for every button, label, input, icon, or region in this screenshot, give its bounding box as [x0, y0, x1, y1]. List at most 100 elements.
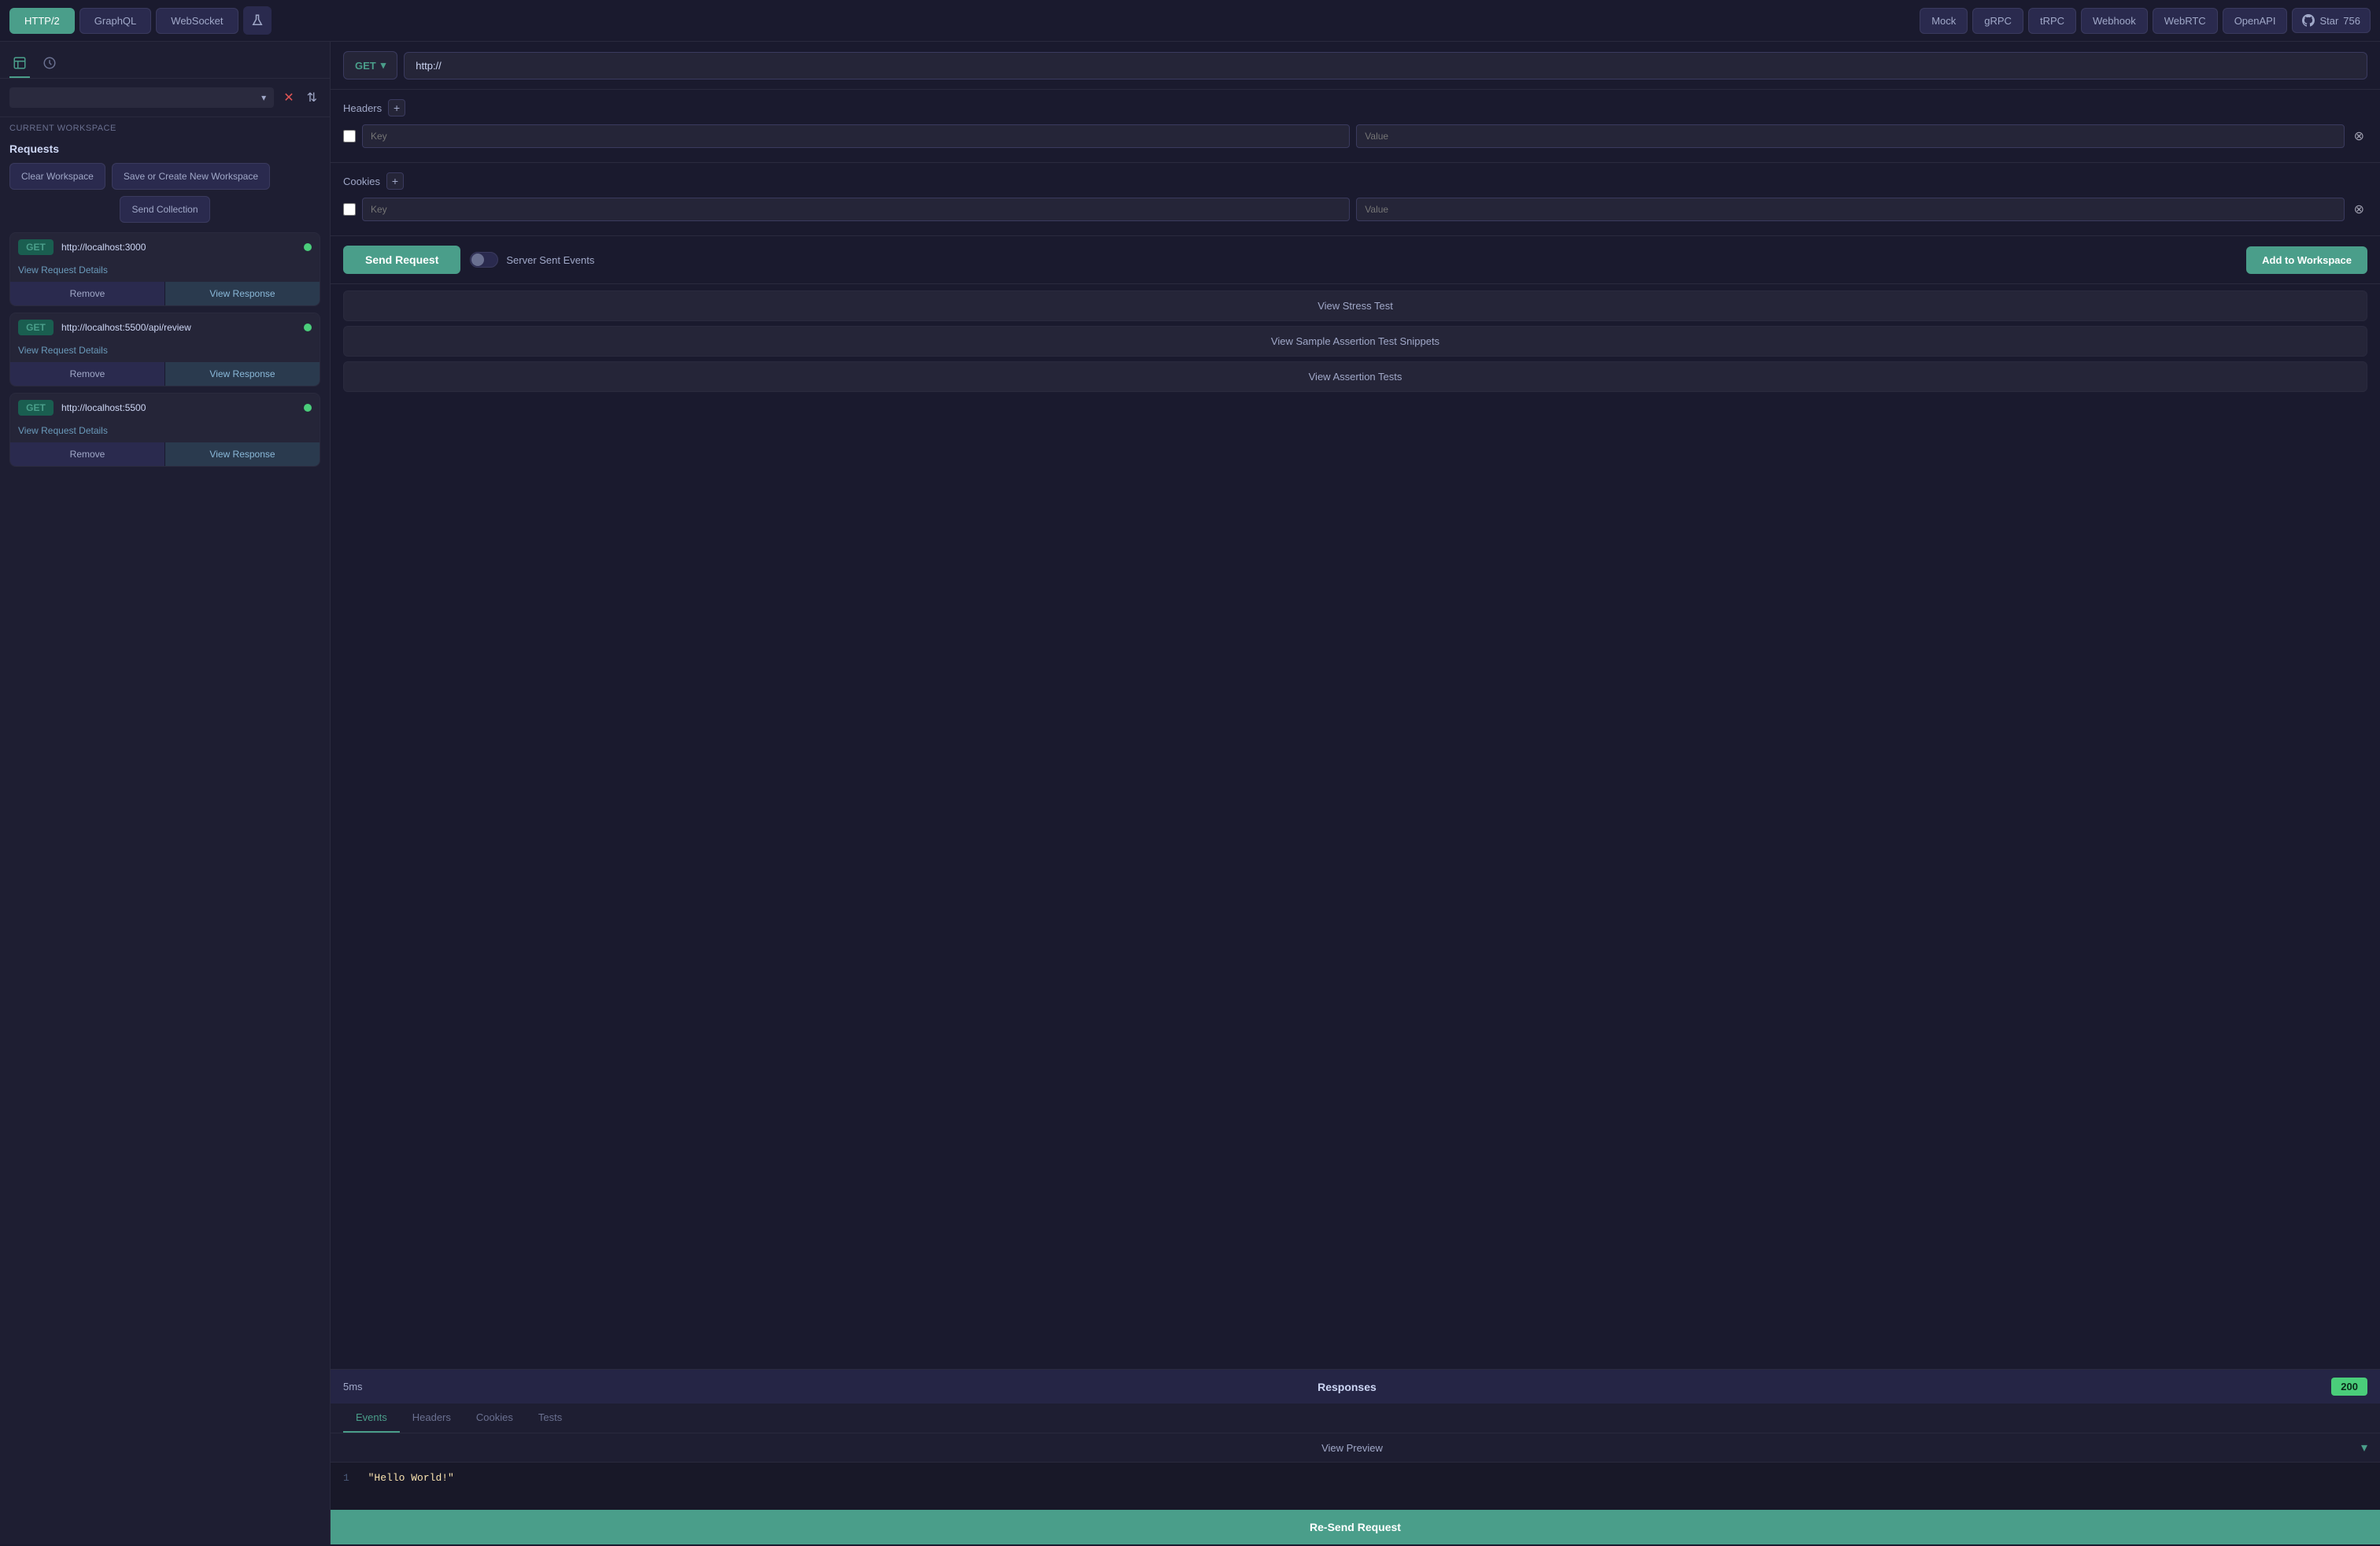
cookies-section-header: Cookies +: [343, 172, 2367, 190]
tab-collection[interactable]: [9, 50, 30, 78]
main-content: GET ▾ Headers + ⊗ Cookies +: [331, 42, 2380, 1544]
line-number: 1: [343, 1472, 349, 1484]
tool-webhook[interactable]: Webhook: [2081, 8, 2148, 34]
add-to-workspace-button[interactable]: Add to Workspace: [2246, 246, 2367, 274]
github-star-label: Star: [2319, 15, 2338, 27]
url-input[interactable]: [404, 52, 2367, 80]
header-checkbox[interactable]: [343, 130, 356, 142]
tab-tests[interactable]: Tests: [526, 1404, 575, 1433]
view-response-button[interactable]: View Response: [165, 442, 320, 466]
remove-button[interactable]: Remove: [10, 282, 165, 305]
headers-section: Headers + ⊗: [331, 90, 2380, 163]
sidebar-controls: ▾ ✕ ⇅: [0, 79, 330, 117]
send-request-button[interactable]: Send Request: [343, 246, 460, 274]
request-actions: Remove View Response: [10, 282, 320, 305]
header-key-input[interactable]: [362, 124, 1350, 148]
preview-row[interactable]: View Preview ▾: [331, 1433, 2380, 1463]
view-request-details-link[interactable]: View Request Details: [10, 342, 320, 362]
view-assertion-tests-button[interactable]: View Assertion Tests: [343, 361, 2367, 392]
tool-mock[interactable]: Mock: [1920, 8, 1968, 34]
add-header-button[interactable]: +: [388, 99, 405, 117]
remove-header-button[interactable]: ⊗: [2351, 127, 2367, 146]
github-star-button[interactable]: Star 756: [2292, 8, 2371, 33]
tool-grpc[interactable]: gRPC: [1972, 8, 2023, 34]
request-actions: Remove View Response: [10, 442, 320, 466]
top-bar: HTTP/2 GraphQL WebSocket Mock gRPC tRPC …: [0, 0, 2380, 42]
response-panel: 5ms Responses 200 Events Headers Cookies…: [331, 1369, 2380, 1544]
method-badge: GET: [18, 239, 54, 255]
send-collection-button[interactable]: Send Collection: [120, 196, 209, 223]
sort-icon-button[interactable]: ⇅: [304, 87, 320, 109]
header-row: ⊗: [343, 124, 2367, 148]
method-badge: GET: [18, 320, 54, 335]
workspace-label: Current Workspace: [0, 117, 330, 136]
request-item: GET http://localhost:5500/api/review Vie…: [9, 313, 320, 386]
toggle-knob: [471, 253, 484, 266]
chevron-down-icon: ▾: [381, 59, 386, 72]
tab-cookies[interactable]: Cookies: [464, 1404, 526, 1433]
tool-trpc[interactable]: tRPC: [2028, 8, 2076, 34]
requests-title: Requests: [9, 142, 320, 155]
flask-icon[interactable]: [243, 6, 272, 35]
request-url: http://localhost:5500/api/review: [61, 322, 296, 333]
response-title: Responses: [363, 1381, 2332, 1393]
sse-toggle-switch[interactable]: [470, 252, 498, 268]
sse-toggle: Server Sent Events: [470, 252, 594, 268]
request-actions: Remove View Response: [10, 362, 320, 386]
tab-history[interactable]: [39, 50, 60, 78]
right-nav: Mock gRPC tRPC Webhook WebRTC OpenAPI St…: [1920, 8, 2371, 34]
cookie-key-input[interactable]: [362, 198, 1350, 221]
protocol-websocket[interactable]: WebSocket: [156, 8, 238, 34]
tab-events[interactable]: Events: [343, 1404, 400, 1433]
view-request-details-link[interactable]: View Request Details: [10, 261, 320, 282]
save-create-workspace-button[interactable]: Save or Create New Workspace: [112, 163, 270, 190]
sse-label: Server Sent Events: [506, 254, 594, 266]
workspace-dropdown[interactable]: ▾: [9, 87, 274, 108]
view-request-details-link[interactable]: View Request Details: [10, 422, 320, 442]
response-time: 5ms: [343, 1381, 363, 1393]
view-response-button[interactable]: View Response: [165, 282, 320, 305]
github-star-count: 756: [2343, 15, 2360, 27]
request-bar: GET ▾: [331, 42, 2380, 90]
workspace-actions: Clear Workspace Save or Create New Works…: [9, 163, 320, 223]
response-body: 1 "Hello World!": [331, 1463, 2380, 1510]
status-dot: [304, 404, 312, 412]
tool-openapi[interactable]: OpenAPI: [2223, 8, 2288, 34]
cookies-title: Cookies: [343, 176, 380, 187]
sidebar-tabs: [0, 42, 330, 79]
action-row-1: Clear Workspace Save or Create New Works…: [9, 163, 320, 190]
status-dot: [304, 324, 312, 331]
status-dot: [304, 243, 312, 251]
preview-label: View Preview: [343, 1442, 2361, 1454]
view-stress-test-button[interactable]: View Stress Test: [343, 290, 2367, 321]
add-cookie-button[interactable]: +: [386, 172, 404, 190]
view-buttons: View Stress Test View Sample Assertion T…: [331, 284, 2380, 398]
remove-button[interactable]: Remove: [10, 362, 165, 386]
request-url: http://localhost:3000: [61, 242, 296, 253]
cookie-value-input[interactable]: [1356, 198, 2344, 221]
resend-request-button[interactable]: Re-Send Request: [331, 1510, 2380, 1544]
remove-button[interactable]: Remove: [10, 442, 165, 466]
header-value-input[interactable]: [1356, 124, 2344, 148]
view-sample-assertion-button[interactable]: View Sample Assertion Test Snippets: [343, 326, 2367, 357]
clear-workspace-button[interactable]: Clear Workspace: [9, 163, 105, 190]
request-item: GET http://localhost:5500 View Request D…: [9, 393, 320, 467]
protocol-graphql[interactable]: GraphQL: [79, 8, 151, 34]
remove-cookie-button[interactable]: ⊗: [2351, 200, 2367, 219]
request-item: GET http://localhost:3000 View Request D…: [9, 232, 320, 306]
view-response-button[interactable]: View Response: [165, 362, 320, 386]
chevron-down-icon: ▾: [261, 92, 266, 103]
sidebar: ▾ ✕ ⇅ Current Workspace Requests Clear W…: [0, 42, 331, 1544]
clear-icon-button[interactable]: ✕: [280, 87, 297, 109]
tool-webrtc[interactable]: WebRTC: [2153, 8, 2218, 34]
cookie-checkbox[interactable]: [343, 203, 356, 216]
request-header: GET http://localhost:5500: [10, 394, 320, 422]
action-row-2: Send Collection: [9, 196, 320, 223]
main-layout: ▾ ✕ ⇅ Current Workspace Requests Clear W…: [0, 42, 2380, 1544]
tab-headers[interactable]: Headers: [400, 1404, 464, 1433]
protocol-http2[interactable]: HTTP/2: [9, 8, 75, 34]
headers-section-header: Headers +: [343, 99, 2367, 117]
request-header: GET http://localhost:3000: [10, 233, 320, 261]
method-select[interactable]: GET ▾: [343, 51, 397, 80]
chevron-down-icon: ▾: [2361, 1440, 2367, 1455]
